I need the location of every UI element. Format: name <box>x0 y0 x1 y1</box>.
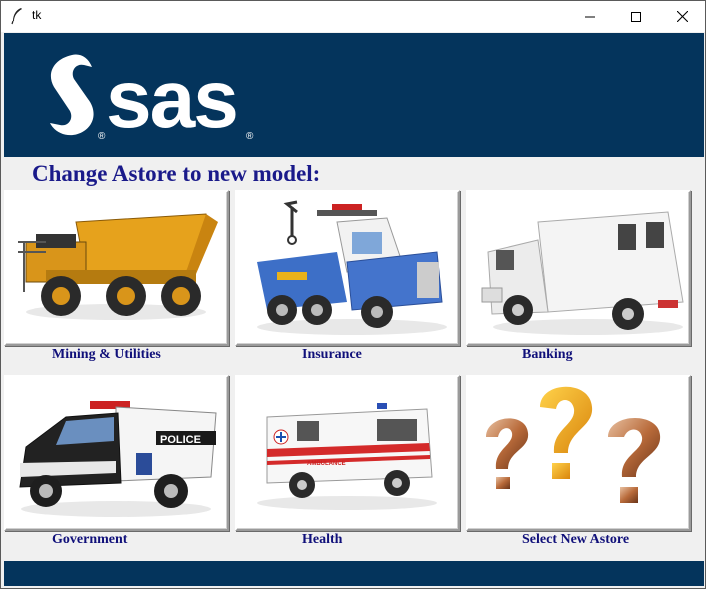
ambulance-icon: AMBULANCE <box>257 403 437 510</box>
tile-label-insurance: Insurance <box>302 347 362 362</box>
tile-insurance[interactable] <box>235 190 460 346</box>
tile-government[interactable]: POLICE <box>4 375 229 531</box>
svg-text:AMBULANCE: AMBULANCE <box>307 461 346 467</box>
minimize-button[interactable] <box>567 1 613 32</box>
armored-truck-icon <box>481 211 684 335</box>
tile-label-government: Government <box>52 532 128 547</box>
svg-text:®: ® <box>246 131 254 141</box>
tile-health[interactable]: AMBULANCE <box>235 375 460 531</box>
sas-wordmark: sas <box>106 54 237 141</box>
sas-banner: sas ® ® <box>4 33 704 157</box>
close-icon <box>676 11 688 22</box>
page-heading: Change Astore to new model: <box>32 161 321 186</box>
svg-text:POLICE: POLICE <box>160 434 201 446</box>
tile-banking[interactable] <box>466 190 691 346</box>
question-marks-icon <box>486 386 661 503</box>
tile-label-health: Health <box>302 532 343 547</box>
window-title: tk <box>32 8 42 22</box>
title-bar[interactable]: tk <box>1 1 705 32</box>
close-button[interactable] <box>659 1 705 32</box>
maximize-icon <box>631 11 641 22</box>
minimize-icon <box>585 16 595 17</box>
tile-label-select-new-astore: Select New Astore <box>522 532 630 547</box>
feather-icon <box>11 8 22 25</box>
mining-dump-truck-icon <box>18 213 218 320</box>
police-truck-icon: POLICE <box>19 401 217 517</box>
tile-select-new-astore[interactable] <box>466 375 691 531</box>
sas-logo: sas ® ® <box>50 54 254 141</box>
app-window: tk sas ® ® Change Astore to new model: M… <box>0 0 706 589</box>
footer-bar <box>4 561 704 586</box>
svg-text:®: ® <box>98 131 106 141</box>
tile-label-banking: Banking <box>522 347 573 362</box>
maximize-button[interactable] <box>613 1 659 32</box>
tow-truck-icon <box>257 200 447 335</box>
tile-mining-utilities[interactable] <box>4 190 229 346</box>
tile-label-mining-utilities: Mining & Utilities <box>52 347 161 362</box>
